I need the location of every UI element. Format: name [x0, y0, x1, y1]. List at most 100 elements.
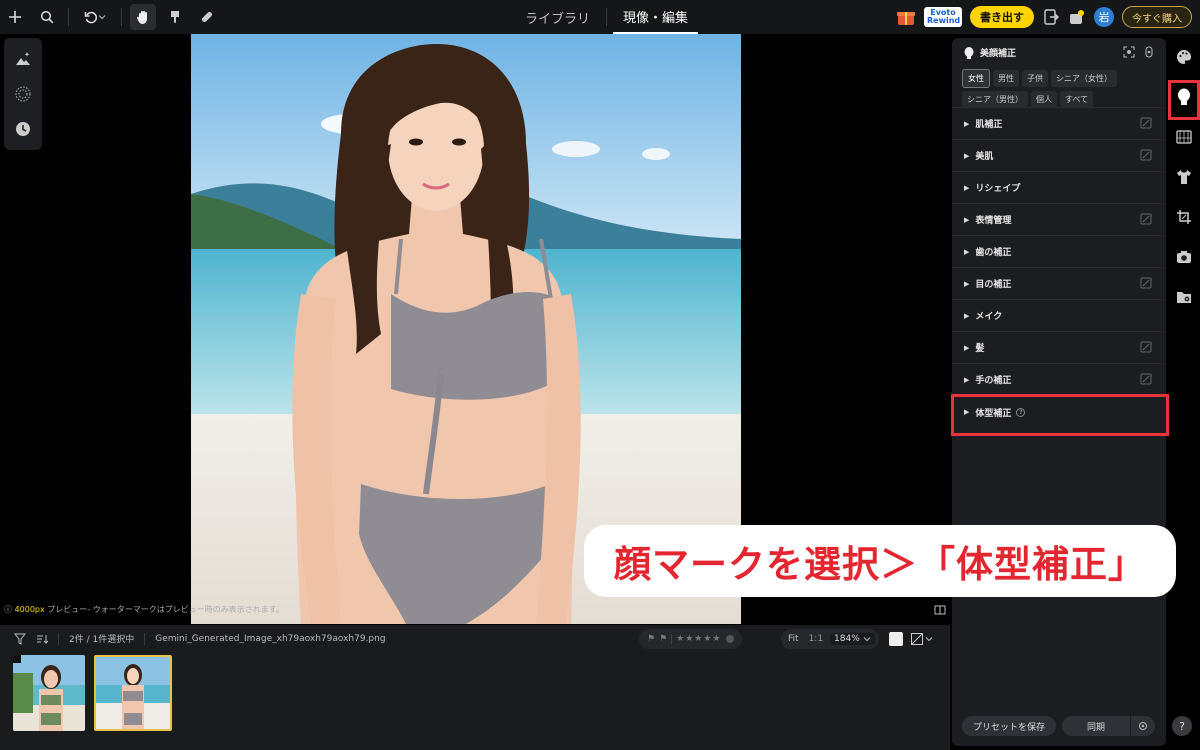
- section-eyes[interactable]: ▶ 目の補正: [952, 268, 1166, 300]
- face-icon: [964, 46, 974, 59]
- filter-icon[interactable]: [13, 633, 27, 645]
- one-to-one-button[interactable]: 1:1: [806, 634, 826, 644]
- body-outline-icon[interactable]: [1144, 46, 1154, 58]
- chevron-down-icon: [925, 637, 933, 642]
- color-label-dot[interactable]: [725, 635, 734, 643]
- flag-icon[interactable]: ⚑: [647, 634, 655, 644]
- tab-develop-edit[interactable]: 現像・編集: [613, 0, 699, 34]
- thumbnail-2-selected[interactable]: [94, 655, 172, 731]
- export-panel-icon[interactable]: [1042, 8, 1060, 26]
- sort-icon[interactable]: [36, 633, 49, 645]
- section-teeth[interactable]: ▶ 歯の補正: [952, 236, 1166, 268]
- section-label: 美肌: [975, 152, 994, 162]
- eraser-icon[interactable]: [1140, 213, 1152, 225]
- batch-tasks-icon[interactable]: [1068, 8, 1086, 26]
- panel-toggle-icon[interactable]: [934, 604, 946, 616]
- section-label: 歯の補正: [975, 248, 1012, 258]
- zoom-controls: Fit 1:1 184%: [781, 629, 879, 649]
- preview-size: 4000px: [14, 605, 45, 614]
- top-toolbar: ライブラリ 現像・編集 Evoto Rewind 書き出す 岩 今すぐ購入: [0, 0, 1200, 34]
- section-label: 髪: [975, 344, 985, 354]
- sync-settings-icon[interactable]: [1131, 716, 1155, 736]
- section-expression[interactable]: ▶ 表情管理: [952, 204, 1166, 236]
- chip-female[interactable]: 女性: [962, 69, 990, 88]
- filename: Gemini_Generated_Image_xh79aoxh79aoxh79.…: [155, 633, 386, 644]
- star-rating[interactable]: ★★★★★: [676, 634, 721, 644]
- background-icon[interactable]: [1175, 128, 1193, 146]
- fit-button[interactable]: Fit: [785, 634, 802, 644]
- reject-flag-icon[interactable]: ⚑: [659, 634, 667, 644]
- preview-note-text: プレビュー- ウォーターマークはプレビュー時のみ表示されます。: [44, 605, 284, 614]
- bandage-tool-icon[interactable]: [194, 4, 220, 30]
- hand-tool-icon[interactable]: [130, 4, 156, 30]
- sync-button[interactable]: 同期: [1062, 716, 1130, 736]
- section-makeup[interactable]: ▶ メイク: [952, 300, 1166, 332]
- chip-child[interactable]: 子供: [1022, 70, 1048, 87]
- divider: [68, 8, 69, 26]
- eraser-icon[interactable]: [1140, 149, 1152, 161]
- add-icon[interactable]: [2, 4, 28, 30]
- evoto-rewind-badge[interactable]: Evoto Rewind: [924, 7, 962, 27]
- clothing-icon[interactable]: [1175, 168, 1193, 186]
- noise-texture-icon[interactable]: [14, 85, 32, 103]
- chip-individual[interactable]: 個人: [1031, 91, 1057, 108]
- raw-view-icon[interactable]: [911, 632, 937, 646]
- buy-now-button[interactable]: 今すぐ購入: [1122, 6, 1192, 28]
- divider: [58, 632, 59, 645]
- chip-senior-female[interactable]: シニア（女性）: [1051, 70, 1117, 87]
- info-icon: ⓘ: [4, 605, 15, 614]
- section-skin-retouch[interactable]: ▶ 肌補正: [952, 108, 1166, 140]
- palette-icon[interactable]: [1175, 48, 1193, 66]
- save-preset-button[interactable]: プリセットを保存: [962, 716, 1056, 736]
- eraser-icon[interactable]: [1140, 373, 1152, 385]
- beauty-retouch-panel: 美顔補正 女性 男性 子供 シニア（女性） シニア（男性） 個人 すべて ▶ 肌補正 ▶ 美肌…: [952, 38, 1166, 746]
- section-label: 手の補正: [975, 376, 1012, 386]
- section-hands[interactable]: ▶ 手の補正: [952, 364, 1166, 396]
- folder-settings-icon[interactable]: [1175, 288, 1193, 306]
- eraser-icon[interactable]: [1140, 277, 1152, 289]
- export-button[interactable]: 書き出す: [970, 6, 1034, 28]
- crop-icon[interactable]: [1175, 208, 1193, 226]
- zoom-level: 184%: [834, 634, 860, 644]
- thumbnail-1[interactable]: [13, 655, 85, 731]
- undo-history-icon[interactable]: [77, 4, 113, 30]
- instruction-callout: 顔マークを選択＞「体型補正」: [584, 525, 1176, 597]
- section-label: 肌補正: [975, 120, 1003, 130]
- face-type-chips: 女性 男性 子供 シニア（女性） シニア（男性） 個人 すべて: [962, 69, 1162, 111]
- divider: [606, 8, 608, 26]
- gift-icon[interactable]: [896, 7, 916, 27]
- filmstrip: 2件 / 1件選択中 Gemini_Generated_Image_xh79ao…: [0, 625, 950, 750]
- divider: [121, 8, 122, 26]
- brush-tool-icon[interactable]: [162, 4, 188, 30]
- highlight-body-shape: [951, 394, 1169, 436]
- compare-before-after-icon[interactable]: [889, 632, 903, 646]
- chevron-down-icon: [98, 15, 106, 20]
- section-reshape[interactable]: ▶ リシェイプ: [952, 172, 1166, 204]
- chevron-down-icon: [863, 637, 871, 642]
- eraser-icon[interactable]: [1140, 117, 1152, 129]
- divider: [144, 632, 146, 645]
- section-label: リシェイプ: [975, 184, 1021, 194]
- history-clock-icon[interactable]: [14, 120, 32, 138]
- tab-library[interactable]: ライブラリ: [515, 0, 600, 34]
- section-beautify-skin[interactable]: ▶ 美肌: [952, 140, 1166, 172]
- eraser-icon[interactable]: [1140, 341, 1152, 353]
- search-icon[interactable]: [34, 4, 60, 30]
- section-label: 表情管理: [975, 216, 1012, 226]
- chip-male[interactable]: 男性: [993, 70, 1019, 87]
- auto-adjust-icon[interactable]: [14, 50, 32, 68]
- section-label: メイク: [975, 312, 1003, 322]
- selection-count: 2件 / 1件選択中: [69, 635, 135, 645]
- camera-icon[interactable]: [1175, 248, 1193, 266]
- chip-senior-male[interactable]: シニア（男性）: [962, 91, 1028, 108]
- face-detect-icon[interactable]: [1123, 46, 1135, 58]
- zoom-select[interactable]: 184%: [830, 633, 875, 645]
- section-hair[interactable]: ▶ 髪: [952, 332, 1166, 364]
- section-label: 目の補正: [975, 280, 1012, 290]
- preview-watermark-note: ⓘ 4000px プレビュー- ウォーターマークはプレビュー時のみ表示されます。: [4, 604, 284, 615]
- help-button[interactable]: ?: [1172, 716, 1192, 736]
- highlight-face-icon: [1168, 80, 1200, 120]
- avatar[interactable]: 岩: [1094, 7, 1114, 27]
- chip-all[interactable]: すべて: [1060, 91, 1094, 108]
- left-tool-panel: [4, 38, 42, 150]
